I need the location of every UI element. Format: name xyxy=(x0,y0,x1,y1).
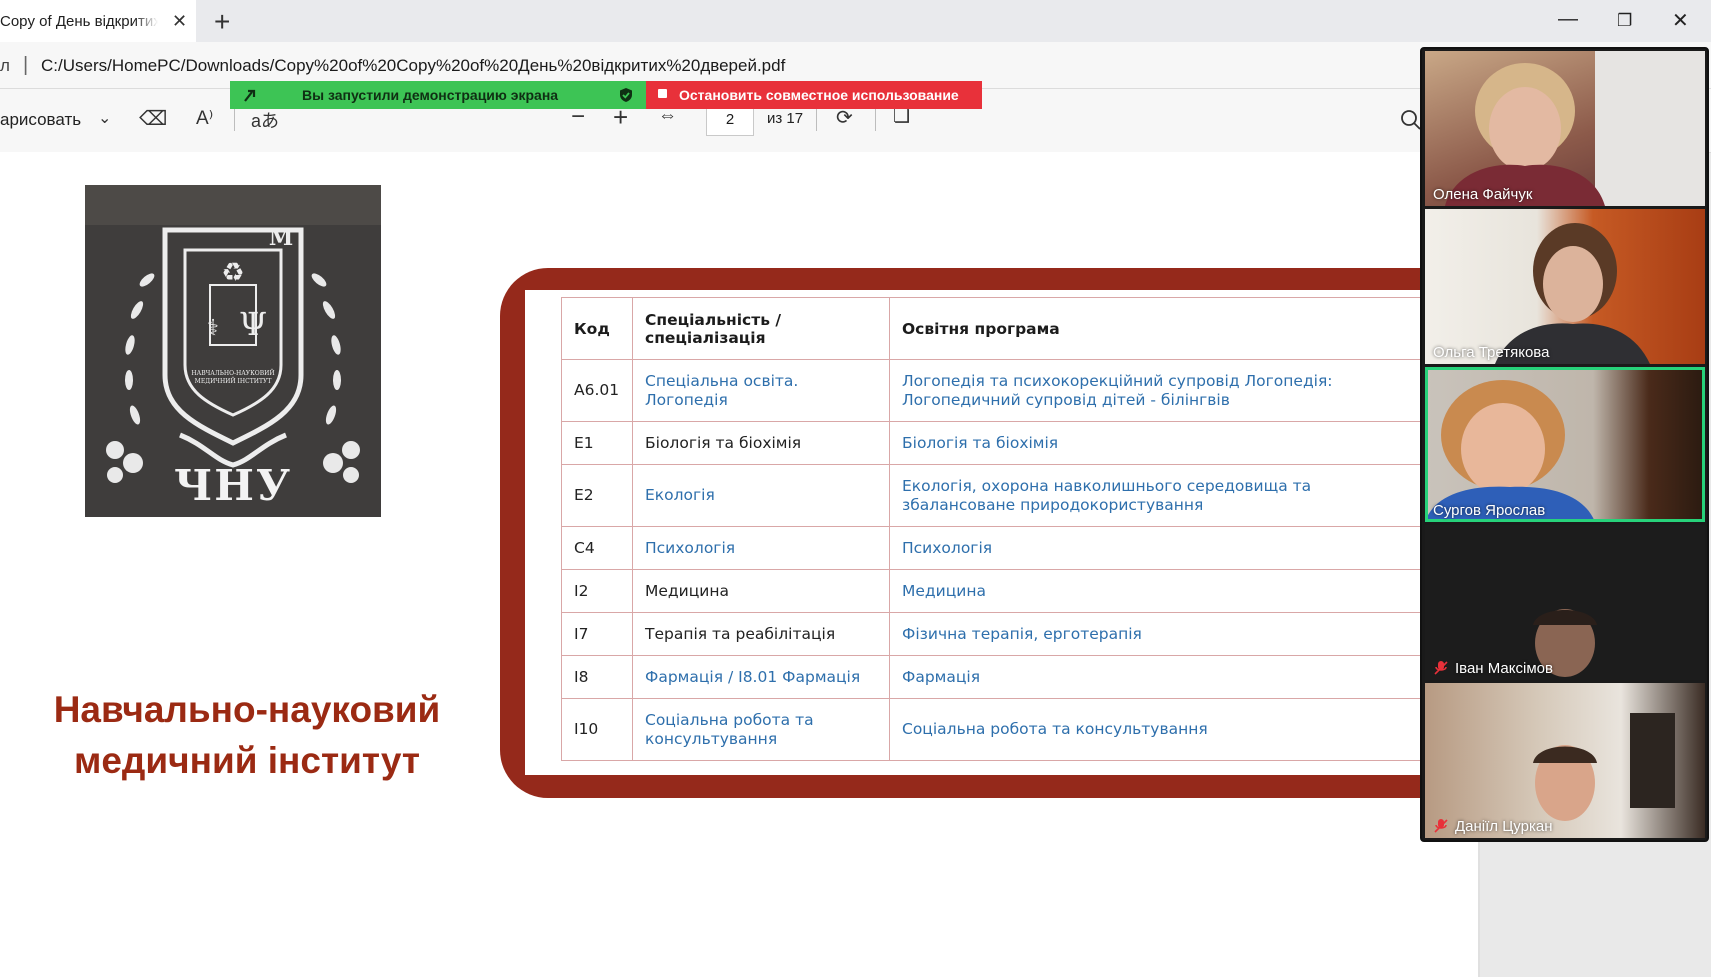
table-row: C4 Психологія Психологія xyxy=(561,526,1421,570)
row-code: I8 xyxy=(561,655,633,699)
table-row: I2 Медицина Медицина xyxy=(561,569,1421,613)
row-code: I10 xyxy=(561,698,633,761)
svg-text:M: M xyxy=(269,225,293,251)
row-program-link[interactable]: Біологія та біохімія xyxy=(889,421,1421,465)
tab-title: Copy of День відкритих дверей xyxy=(0,12,158,30)
header-program: Освітня програма xyxy=(889,297,1421,360)
row-specialty-link[interactable]: Соціальна робота та консультування xyxy=(632,698,890,761)
draw-button[interactable]: арисовать xyxy=(0,110,81,130)
search-icon[interactable] xyxy=(1400,109,1422,131)
row-specialty: Терапія та реабілітація xyxy=(632,612,890,656)
specialties-table: Код Спеціальність / спеціалізація Освітн… xyxy=(561,297,1421,761)
row-code: I2 xyxy=(561,569,633,613)
new-tab-icon[interactable]: + xyxy=(214,6,230,38)
row-program-link[interactable]: Медицина xyxy=(889,569,1421,613)
row-code: C4 xyxy=(561,526,633,570)
share-arrow-icon xyxy=(244,89,256,102)
table-row: I8 Фармація / I8.01 Фармація Фармація xyxy=(561,655,1421,699)
university-logo: ♻ Ψ ⚕ M НАВЧАЛЬНО-НАУКОВИЙ МЕДИЧНИЙ ІНСТ… xyxy=(85,185,381,517)
institute-title-line2: медичний інститут xyxy=(73,740,421,781)
video-gallery: Олена Файчук Ольга Третякова Сургов Ярос… xyxy=(1420,47,1709,842)
stop-sharing-button[interactable]: Остановить совместное использование xyxy=(646,81,982,109)
row-specialty: Медицина xyxy=(632,569,890,613)
participant-video-tile[interactable]: Іван Максімов xyxy=(1425,525,1705,680)
row-program-link[interactable]: Фармація xyxy=(889,655,1421,699)
row-code: E1 xyxy=(561,421,633,465)
participant-video-icon xyxy=(1495,223,1650,364)
page-total: из 17 xyxy=(767,110,804,127)
address-prefix: л xyxy=(0,56,10,75)
row-specialty-link[interactable]: Фармація / I8.01 Фармація xyxy=(632,655,890,699)
participant-name: Олена Файчук xyxy=(1433,186,1533,203)
row-specialty: Біологія та біохімія xyxy=(632,421,890,465)
address-divider: | xyxy=(23,54,29,76)
svg-text:⚕: ⚕ xyxy=(207,316,219,341)
toolbar-divider xyxy=(816,109,817,131)
active-speaker-border xyxy=(1425,367,1705,522)
table-row: E2 Екологія Екологія, охорона навколишнь… xyxy=(561,464,1421,527)
row-program-link[interactable]: Фізична терапія, ерготерапія xyxy=(889,612,1421,656)
url-field[interactable]: C:/Users/HomePC/Downloads/Copy%20of%20Co… xyxy=(41,56,785,76)
header-code: Код xyxy=(561,297,633,360)
shield-icon xyxy=(620,88,632,102)
row-specialty-link[interactable]: Екологія xyxy=(632,464,890,527)
restore-icon[interactable]: ❐ xyxy=(1617,11,1632,31)
stop-sharing-label: Остановить совместное использование xyxy=(679,87,959,103)
toolbar-divider xyxy=(875,109,876,131)
row-program-link[interactable]: Соціальна робота та консультування xyxy=(889,698,1421,761)
table-row: I10 Соціальна робота та консультування С… xyxy=(561,698,1421,761)
browser-tab[interactable]: Copy of День відкритих дверей ✕ xyxy=(0,0,196,42)
stop-square-icon xyxy=(658,89,667,98)
row-program-link[interactable]: Логопедія та психокорекційний супровід Л… xyxy=(889,359,1421,422)
participant-video-icon xyxy=(1445,51,1705,206)
toolbar-divider xyxy=(234,109,235,131)
row-specialty-link[interactable]: Психологія xyxy=(632,526,890,570)
participant-name: Ольга Третякова xyxy=(1433,344,1550,361)
row-program-link[interactable]: Психологія xyxy=(889,526,1421,570)
microphone-muted-icon xyxy=(1434,819,1448,833)
minimize-icon[interactable]: — xyxy=(1558,8,1578,31)
screen-share-status-label: Вы запустили демонстрацию экрана xyxy=(302,87,559,103)
close-window-icon[interactable]: ✕ xyxy=(1672,8,1689,33)
participant-video-icon xyxy=(1533,713,1675,821)
table-row: А6.01 Спеціальна освіта. Логопедія Логоп… xyxy=(561,359,1421,422)
row-specialty-link[interactable]: Спеціальна освіта. Логопедія xyxy=(632,359,890,422)
participant-video-tile[interactable]: Даніїл Цуркан xyxy=(1425,683,1705,838)
row-program-link[interactable]: Екологія, охорона навколишнього середови… xyxy=(889,464,1421,527)
table-header-row: Код Спеціальність / спеціалізація Освітн… xyxy=(561,297,1421,360)
eraser-icon[interactable]: ⌫ xyxy=(139,106,167,131)
close-tab-icon[interactable]: ✕ xyxy=(172,11,187,32)
svg-text:♻: ♻ xyxy=(221,258,244,288)
participant-video-tile-active[interactable]: Сургов Ярослав xyxy=(1425,367,1705,522)
participant-name: Іван Максімов xyxy=(1455,660,1553,677)
institute-title-line1: Навчально-науковий xyxy=(53,689,441,730)
institute-title: Навчально-науковий медичний інститут xyxy=(30,684,464,786)
screen-share-status-banner: Вы запустили демонстрацию экрана xyxy=(230,81,646,109)
logo-text: ЧНУ xyxy=(173,461,293,510)
table-row: I7 Терапія та реабілітація Фізична терап… xyxy=(561,612,1421,656)
svg-text:Ψ: Ψ xyxy=(239,305,267,343)
header-specialty: Спеціальність / спеціалізація xyxy=(632,297,890,360)
participant-name: Даніїл Цуркан xyxy=(1455,818,1553,835)
row-code: I7 xyxy=(561,612,633,656)
participant-video-icon xyxy=(1425,525,1705,680)
row-code: А6.01 xyxy=(561,359,633,422)
translate-icon[interactable]: aあ xyxy=(251,107,279,133)
microphone-muted-icon xyxy=(1434,661,1448,675)
read-aloud-icon[interactable]: A⁾ xyxy=(196,107,213,130)
tab-strip: Copy of День відкритих дверей ✕ + — ❐ ✕ xyxy=(0,0,1711,42)
logo-caption: НАВЧАЛЬНО-НАУКОВИЙ МЕДИЧНИЙ ІНСТИТУТ xyxy=(191,370,275,385)
participant-name: Сургов Ярослав xyxy=(1433,502,1546,519)
chevron-down-icon[interactable]: ⌄ xyxy=(98,108,111,128)
row-code: E2 xyxy=(561,464,633,527)
participant-video-tile[interactable]: Олена Файчук xyxy=(1425,51,1705,206)
participant-video-tile[interactable]: Ольга Третякова xyxy=(1425,209,1705,364)
table-row: E1 Біологія та біохімія Біологія та біох… xyxy=(561,421,1421,465)
